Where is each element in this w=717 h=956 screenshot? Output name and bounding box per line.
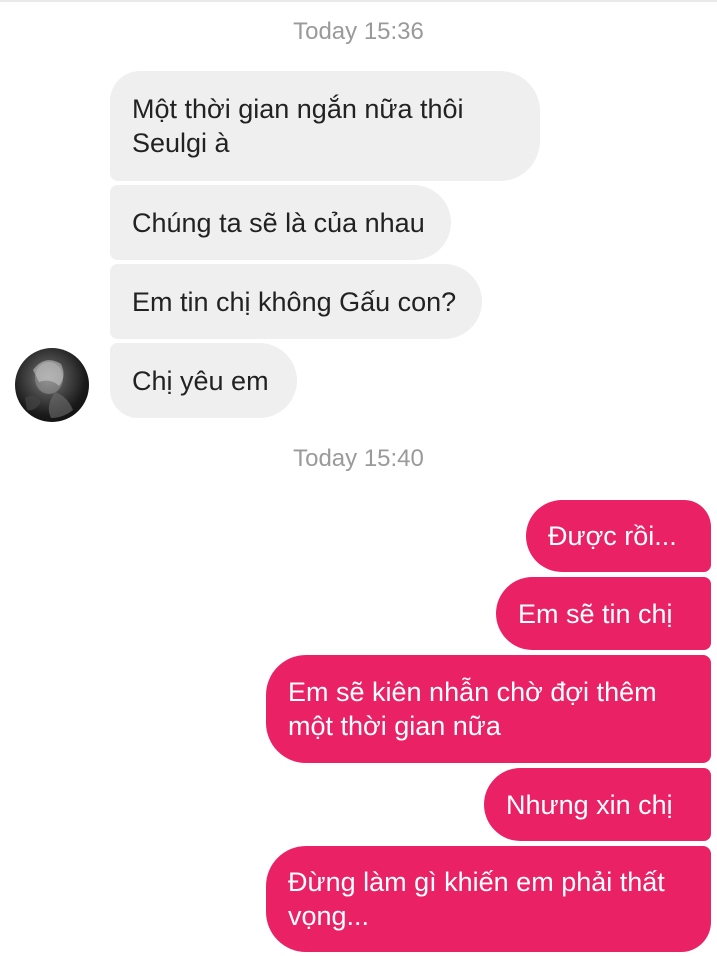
message-text-line: Nhưng xin chị [506, 789, 673, 820]
incoming-message-bubble[interactable]: Chị yêu em [110, 343, 297, 418]
message-text-line: Em sẽ kiên nhẫn chờ đợi thêm [288, 677, 657, 707]
message-text-line: Đừng làm gì khiến em phải thất [288, 867, 665, 897]
incoming-message-bubble[interactable]: Em tin chị không Gấu con? [110, 264, 482, 339]
message-text-line: vọng... [288, 901, 370, 931]
outgoing-message-bubble[interactable]: Được rồi... [526, 500, 711, 572]
message-text-line: Được rồi... [548, 521, 677, 551]
contact-avatar[interactable] [15, 348, 89, 422]
outgoing-message-bubble[interactable]: Em sẽ tin chị [496, 577, 711, 650]
timestamp: Today 15:40 [293, 445, 424, 472]
avatar-photo-icon [25, 360, 73, 418]
message-text-line: Chị yêu em [132, 365, 269, 396]
message-text-line: Em tin chị không Gấu con? [132, 286, 457, 317]
timestamp: Today 15:36 [293, 18, 424, 45]
message-text-line: Em sẽ tin chị [518, 598, 673, 629]
message-text-line: Chúng ta sẽ là của nhau [132, 207, 425, 238]
incoming-message-bubble[interactable]: Chúng ta sẽ là của nhau [110, 185, 451, 260]
message-text-line: Seulgi à [132, 128, 230, 158]
outgoing-message-bubble[interactable]: Nhưng xin chị [484, 768, 711, 841]
incoming-message-bubble[interactable]: Một thời gian ngắn nữa thôi Seulgi à [110, 71, 540, 181]
top-divider [0, 0, 717, 2]
message-text-line: Một thời gian ngắn nữa thôi [132, 94, 464, 124]
outgoing-message-bubble[interactable]: Đừng làm gì khiến em phải thất vọng... [266, 846, 711, 952]
message-text-line: một thời gian nữa [288, 711, 501, 741]
outgoing-message-bubble[interactable]: Em sẽ kiên nhẫn chờ đợi thêm một thời gi… [266, 655, 711, 763]
